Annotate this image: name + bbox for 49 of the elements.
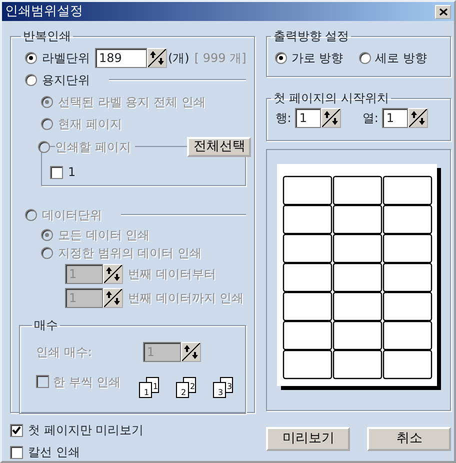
option-label: 라벨단위	[42, 50, 90, 68]
option-label: 데이터단위	[42, 207, 102, 224]
range-label: 번째 데이터부터	[128, 266, 216, 284]
option-label: 선택된 라벨 용지 전체 인쇄	[58, 94, 206, 112]
field-label: 열:	[362, 110, 378, 128]
group-title: 첫 페이지의 시작위치	[272, 91, 390, 106]
close-button[interactable]	[435, 4, 451, 18]
option-label: 세로 방향	[375, 50, 427, 68]
max-count: [ 999 개]	[194, 50, 246, 68]
checkbox[interactable]	[50, 166, 63, 179]
option-label: 한 부씩 인쇄	[53, 374, 121, 391]
spin-button[interactable]	[147, 48, 167, 68]
unit-label: (개)	[168, 50, 190, 68]
group-title: 매수	[33, 318, 59, 333]
option-label: 칼선 인쇄	[28, 444, 80, 461]
spin-arrows-icon	[104, 289, 122, 308]
field-label: 인쇄 매수:	[36, 344, 92, 361]
spin-arrows-icon	[322, 109, 340, 128]
spin-arrows-icon	[104, 265, 122, 284]
option-label: 첫 페이지만 미리보기	[28, 422, 144, 439]
option-label: 모든 데이터 인쇄	[58, 227, 150, 244]
select-all-button[interactable]: 전체선택	[187, 137, 252, 158]
checkbox[interactable]	[10, 446, 23, 458]
spin-field[interactable]: 1	[382, 108, 408, 128]
checkbox[interactable]	[10, 424, 23, 436]
field-label: 행:	[275, 110, 292, 128]
close-icon	[438, 8, 448, 16]
spin-button[interactable]	[321, 108, 342, 128]
spin-field[interactable]: 189	[95, 48, 147, 68]
spin-field[interactable]: 1	[295, 108, 322, 128]
group-title: 출력방향 설정	[272, 29, 350, 44]
dialog-button[interactable]: 취소	[367, 427, 452, 451]
spin-arrows-icon	[182, 342, 200, 361]
radio-button[interactable]	[25, 52, 37, 64]
spin-arrows-icon	[148, 49, 166, 68]
option-label: 용지단위	[42, 72, 90, 90]
page-number: 1	[68, 164, 76, 182]
spin-button[interactable]	[408, 108, 428, 128]
range-label: 번째 데이터까지 인쇄	[128, 290, 244, 308]
radio-button[interactable]	[359, 52, 372, 64]
group-title: 반복인쇄	[22, 29, 72, 44]
radio-button[interactable]	[25, 74, 37, 86]
option-label: 지정한 범위의 데이터 인쇄	[58, 245, 202, 262]
radio-button[interactable]	[275, 52, 288, 64]
window-title: 인쇄범위설정	[5, 2, 83, 21]
option-label: 가로 방향	[291, 50, 344, 68]
spin-arrows-icon	[409, 109, 428, 128]
dialog-button[interactable]: 미리보기	[266, 427, 350, 451]
option-label: 현재 페이지	[58, 116, 122, 134]
